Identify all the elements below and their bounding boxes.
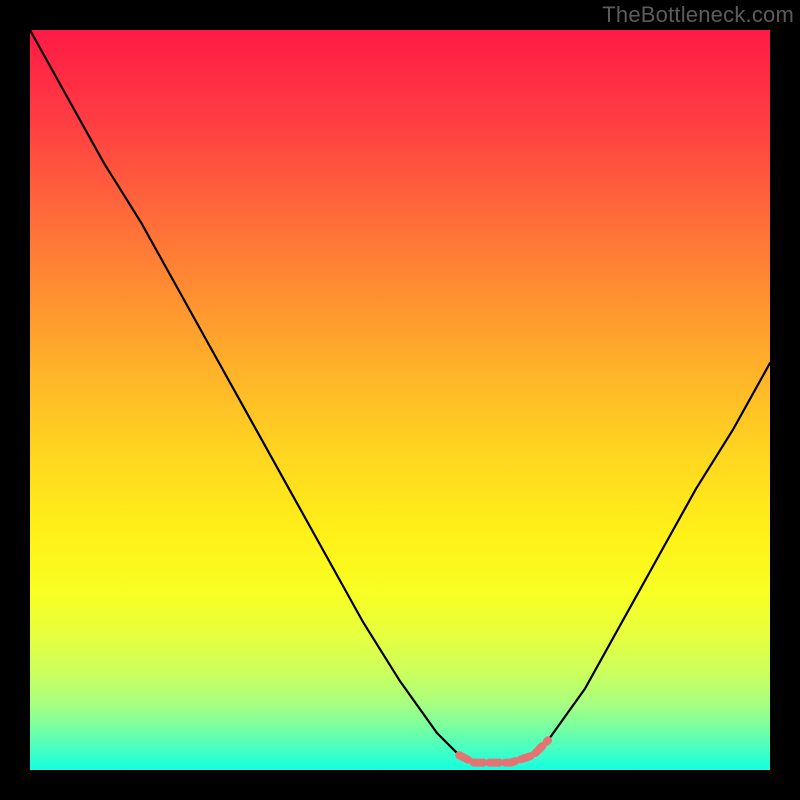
chart-svg xyxy=(30,30,770,770)
bottleneck-curve-line xyxy=(30,30,770,763)
highlight-segment xyxy=(459,740,548,762)
chart-frame: TheBottleneck.com xyxy=(0,0,800,800)
watermark-text: TheBottleneck.com xyxy=(602,2,794,28)
